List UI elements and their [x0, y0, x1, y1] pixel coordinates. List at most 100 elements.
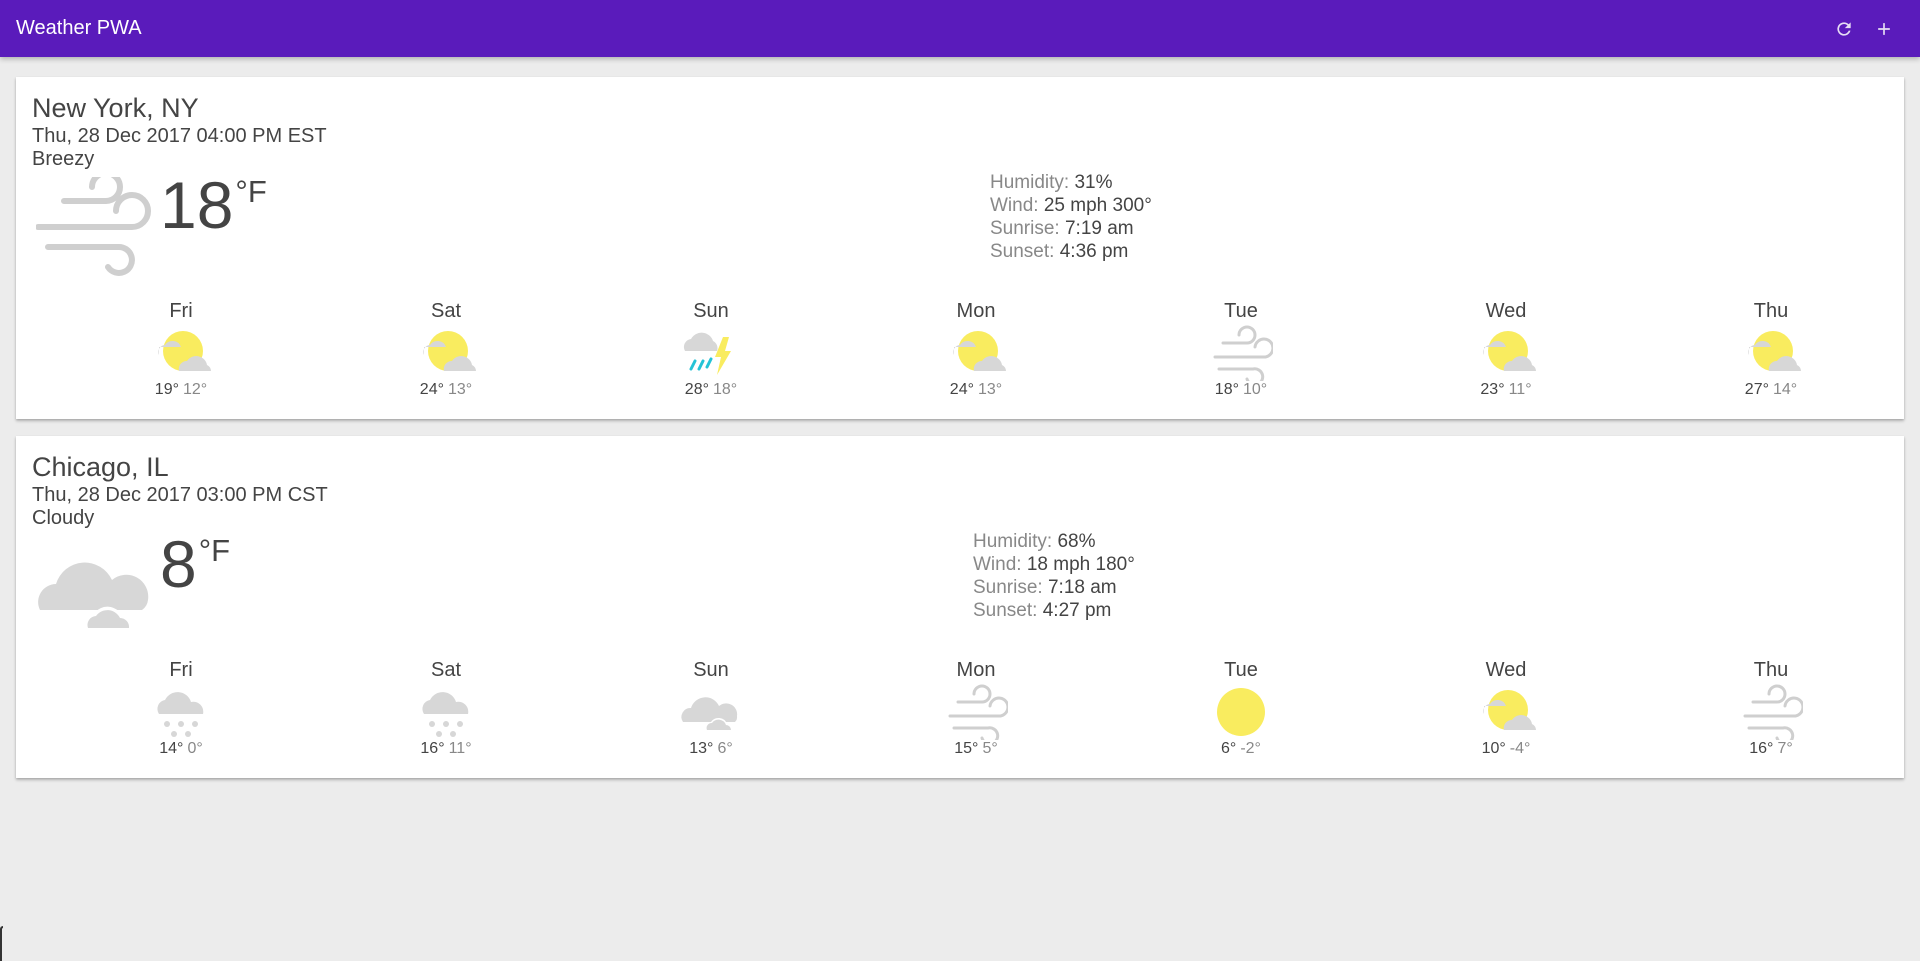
- sunrise-value: 7:19 am: [1064, 218, 1134, 239]
- forecast-day: Fri 19° 12°: [81, 297, 281, 399]
- forecast-low: 0°: [187, 740, 203, 757]
- add-city-button[interactable]: [1864, 9, 1904, 49]
- forecast-day: Sat 24° 13°: [346, 297, 546, 399]
- forecast-day: Fri 14° 0°: [81, 656, 281, 758]
- forecast-low: 11°: [1508, 381, 1532, 398]
- forecast-high: 14°: [159, 740, 184, 757]
- forecast-day-name: Fri: [169, 300, 193, 322]
- cloudy-icon: [681, 697, 738, 730]
- forecast-low: 13°: [448, 381, 473, 398]
- add-icon: [1878, 22, 1890, 35]
- sunset-label: Sunset:: [990, 241, 1055, 262]
- sunrise-label: Sunrise:: [990, 218, 1060, 239]
- forecast-high: 18°: [1214, 381, 1239, 398]
- forecast-high: 16°: [420, 740, 445, 757]
- forecast-high: 13°: [689, 740, 714, 757]
- forecast-day-name: Mon: [956, 659, 996, 681]
- forecast-low: 14°: [1773, 381, 1798, 398]
- thunderstorm-icon: [683, 332, 731, 375]
- wind-icon: [1743, 684, 1803, 740]
- sunset-label: Sunset:: [973, 600, 1038, 621]
- forecast-low: 18°: [713, 381, 738, 398]
- wind-value: 25 mph 300°: [1043, 195, 1152, 216]
- forecast-day-name: Sun: [693, 300, 729, 322]
- forecast-day-name: Mon: [956, 300, 996, 322]
- refresh-button[interactable]: [1824, 9, 1864, 49]
- partly-cloudy-icon: [1483, 690, 1536, 730]
- forecast-day: Mon 15° 5°: [876, 656, 1076, 758]
- humidity-value: 31%: [1074, 172, 1113, 193]
- forecast-day: Wed 10° -4°: [1406, 656, 1606, 758]
- forecast-day: Sun 28° 18°: [611, 297, 811, 399]
- forecast-day-name: Thu: [1753, 300, 1789, 322]
- forecast-low: 12°: [183, 381, 208, 398]
- temperature-value: 18: [160, 168, 234, 242]
- cloudy-icon: [38, 562, 149, 628]
- forecast-high: 6°: [1221, 740, 1237, 757]
- forecast-low: 11°: [448, 740, 472, 757]
- wind-label: Wind:: [973, 554, 1022, 575]
- forecast-low: 13°: [978, 381, 1003, 398]
- forecast-low: -4°: [1509, 740, 1531, 757]
- wind-label: Wind:: [990, 195, 1039, 216]
- forecast-day-name: Thu: [1753, 659, 1789, 681]
- forecast-day-name: Sat: [430, 300, 462, 322]
- forecast-day: Thu 16° 7°: [1671, 656, 1871, 758]
- snow-icon: [422, 692, 469, 737]
- weather-details: Humidity: 31% Wind: 25 mph 300° Sunrise:…: [990, 171, 1152, 263]
- current-date: Thu, 28 Dec 2017 04:00 PM EST: [32, 125, 327, 147]
- app-title: Weather PWA: [16, 17, 142, 39]
- forecast-day: Sat 16° 11°: [346, 656, 546, 758]
- forecast-high: 15°: [954, 740, 979, 757]
- weather-description: Cloudy: [32, 507, 95, 529]
- wind-value: 18 mph 180°: [1026, 554, 1135, 575]
- forecast-day: Tue 18° 10°: [1141, 297, 1341, 399]
- humidity-label: Humidity:: [973, 531, 1053, 552]
- forecast-low: 5°: [982, 740, 998, 757]
- forecast-day-name: Sat: [430, 659, 462, 681]
- forecast-high: 28°: [684, 381, 709, 398]
- sunrise-label: Sunrise:: [973, 577, 1043, 598]
- current-temperature: 8°F: [160, 531, 230, 597]
- partly-cloudy-icon: [158, 331, 211, 371]
- forecast-day: Mon 24° 13°: [876, 297, 1076, 399]
- forecast-high: 10°: [1481, 740, 1506, 757]
- forecast-day: Thu 27° 14°: [1671, 297, 1871, 399]
- city-name: Chicago, IL: [32, 452, 169, 482]
- forecast-day-name: Fri: [169, 659, 193, 681]
- forecast-low: -2°: [1240, 740, 1261, 757]
- snow-icon: [157, 692, 204, 737]
- app-header: Weather PWA: [0, 0, 1920, 57]
- forecast-day: Tue 6° -2°: [1141, 656, 1341, 758]
- forecast-day-name: Sun: [693, 659, 729, 681]
- forecast-low: 7°: [1777, 740, 1793, 757]
- wind-icon: [36, 177, 151, 276]
- weather-details: Humidity: 68% Wind: 18 mph 180° Sunrise:…: [973, 530, 1135, 622]
- partly-cloudy-icon: [953, 331, 1006, 371]
- forecast-high: 24°: [949, 381, 974, 398]
- humidity-value: 68%: [1057, 531, 1096, 552]
- forecast-day-name: Tue: [1224, 659, 1258, 681]
- current-temperature: 18°F: [160, 172, 267, 238]
- forecast: Fri 14° 0° Sat 16° 11° Sun 13° 6° Mon 15…: [16, 656, 1904, 766]
- forecast-high: 27°: [1744, 381, 1769, 398]
- sunrise-value: 7:18 am: [1047, 577, 1117, 598]
- sunset-value: 4:27 pm: [1042, 600, 1112, 621]
- temperature-unit: °F: [198, 533, 231, 568]
- wind-icon: [948, 684, 1008, 740]
- current-date: Thu, 28 Dec 2017 03:00 PM CST: [32, 484, 328, 506]
- partly-cloudy-icon: [1483, 331, 1536, 371]
- partly-cloudy-icon: [1748, 331, 1801, 371]
- temperature-value: 8: [160, 527, 197, 601]
- forecast-high: 24°: [419, 381, 444, 398]
- humidity-label: Humidity:: [990, 172, 1070, 193]
- weather-card: Chicago, IL Thu, 28 Dec 2017 03:00 PM CS…: [16, 436, 1904, 778]
- partly-cloudy-icon: [423, 331, 476, 371]
- refresh-icon: [1837, 21, 1851, 36]
- wind-icon: [1213, 325, 1273, 381]
- forecast: Fri 19° 12° Sat 24° 13° Sun 28° 18° Mon …: [16, 297, 1904, 407]
- sunset-value: 4:36 pm: [1059, 241, 1129, 262]
- forecast-high: 23°: [1480, 381, 1505, 398]
- city-name: New York, NY: [32, 93, 199, 123]
- forecast-day: Sun 13° 6°: [611, 656, 811, 758]
